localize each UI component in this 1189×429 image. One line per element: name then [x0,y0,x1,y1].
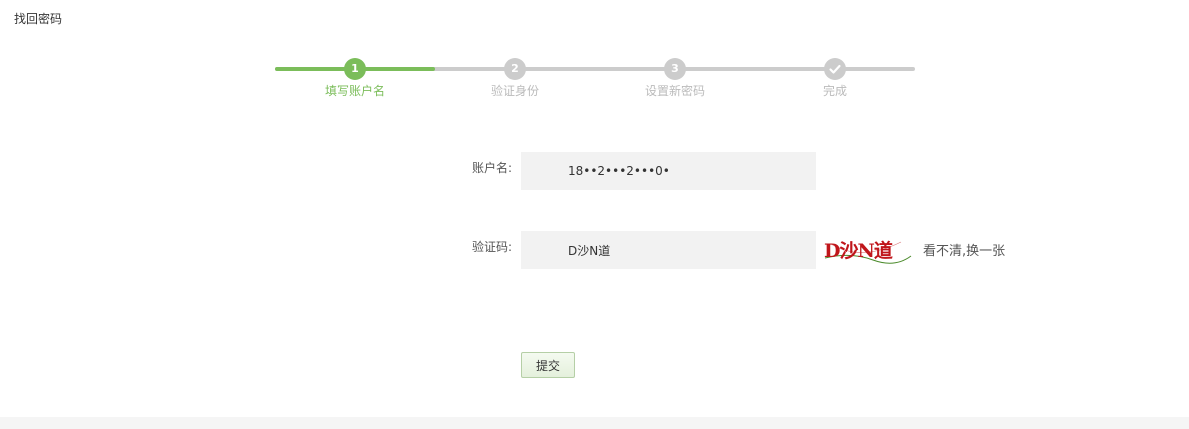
captcha-label: 验证码: [471,240,512,254]
footer-strip [0,417,1189,429]
submit-button[interactable]: 提交 [521,352,575,378]
captcha-input[interactable] [521,231,816,269]
step-number-2: 2 [504,58,526,80]
account-input[interactable] [521,152,816,190]
step-label-fill-account: 填写账户名 [324,84,385,98]
captcha-image-text: D沙N道 [824,239,893,262]
step-number-3: 3 [664,58,686,80]
progress-stepper: 1 填写账户名 2 验证身份 3 设置新密码 完成 [275,58,915,98]
step-label-set-new-password: 设置新密码 [644,84,705,98]
step-label-verify-identity: 验证身份 [490,84,539,98]
step-verify-identity: 2 验证身份 [455,58,575,99]
step-set-new-password: 3 设置新密码 [615,58,735,99]
page-title: 找回密码 [14,12,63,26]
step-label-complete: 完成 [822,84,847,98]
step-number-1: 1 [344,58,366,80]
account-label: 账户名: [471,161,512,175]
step-complete: 完成 [775,58,895,99]
captcha-image[interactable]: D沙N道 [821,234,913,266]
find-password-page: 找回密码 1 填写账户名 2 验证身份 3 设置新密码 完成 账户名: 18••… [0,0,1189,429]
refresh-captcha-link[interactable]: 看不清,换一张 [923,240,1005,259]
check-icon [824,58,846,80]
step-fill-account: 1 填写账户名 [295,58,415,99]
